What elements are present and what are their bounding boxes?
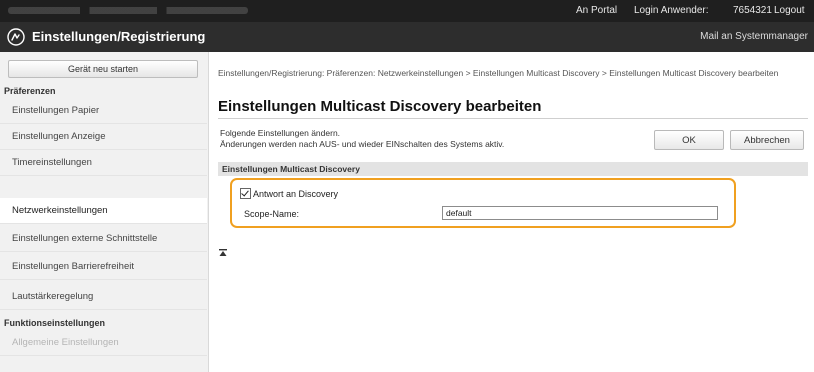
section-header: Einstellungen Multicast Discovery: [218, 162, 808, 176]
cancel-button[interactable]: Abbrechen: [730, 130, 804, 150]
app-title: Einstellungen/Registrierung: [32, 29, 206, 44]
logout-link[interactable]: Logout: [774, 5, 805, 16]
settings-registration-icon: [7, 28, 25, 46]
description: Folgende Einstellungen ändern. Änderunge…: [220, 128, 504, 150]
description-line-1: Folgende Einstellungen ändern.: [220, 128, 341, 138]
sidebar: Gerät neu starten Präferenzen Einstellun…: [0, 52, 209, 372]
blurred-device-info: [8, 7, 248, 14]
restart-device-button[interactable]: Gerät neu starten: [8, 60, 198, 78]
sidebar-item-external-interface[interactable]: Einstellungen externe Schnittstelle: [0, 226, 207, 252]
highlight-frame: [230, 178, 736, 228]
main-content: Einstellungen/Registrierung: Präferenzen…: [218, 52, 814, 372]
discovery-response-label: Antwort an Discovery: [253, 189, 339, 199]
sidebar-item-general[interactable]: Allgemeine Einstellungen: [0, 330, 207, 356]
page-title: Einstellungen Multicast Discovery bearbe…: [218, 98, 542, 115]
functions-heading: Funktionseinstellungen: [4, 318, 106, 328]
discovery-response-row: Antwort an Discovery: [240, 188, 338, 199]
sidebar-item-paper[interactable]: Einstellungen Papier: [0, 98, 207, 124]
ok-button[interactable]: OK: [654, 130, 724, 150]
scope-name-input[interactable]: default: [442, 206, 718, 220]
portal-link[interactable]: An Portal: [576, 5, 617, 16]
description-line-2: Änderungen werden nach AUS- und wieder E…: [220, 139, 505, 149]
title-divider: [218, 118, 808, 119]
scope-name-label: Scope-Name:: [244, 209, 300, 219]
discovery-response-checkbox[interactable]: [240, 188, 251, 199]
back-to-top-icon[interactable]: [218, 248, 228, 258]
title-bar: Einstellungen/Registrierung Mail an Syst…: [0, 22, 814, 52]
sidebar-item-timer[interactable]: Timereinstellungen: [0, 150, 207, 176]
sidebar-item-accessibility[interactable]: Einstellungen Barrierefreiheit: [0, 254, 207, 280]
sidebar-item-volume[interactable]: Lautstärkeregelung: [0, 284, 207, 310]
login-user-id: 7654321: [733, 5, 772, 16]
sidebar-item-network[interactable]: Netzwerkeinstellungen: [0, 198, 207, 224]
breadcrumb: Einstellungen/Registrierung: Präferenzen…: [218, 68, 779, 78]
preferences-heading: Präferenzen: [4, 86, 56, 96]
top-bar: An Portal Login Anwender: 7654321 Logout: [0, 0, 814, 22]
sidebar-item-display[interactable]: Einstellungen Anzeige: [0, 124, 207, 150]
mail-system-manager-link[interactable]: Mail an Systemmanager: [700, 31, 808, 42]
login-user-label: Login Anwender:: [634, 5, 709, 16]
